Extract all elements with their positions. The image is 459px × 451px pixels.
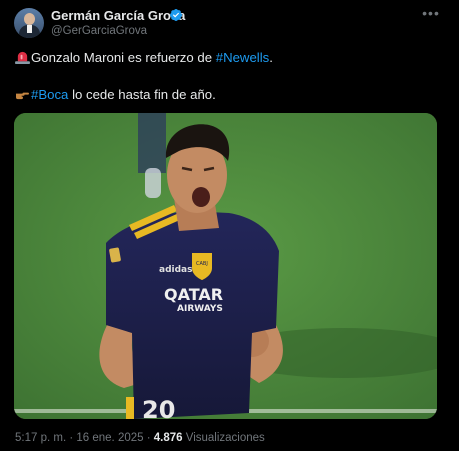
more-options-icon[interactable]: ••• bbox=[422, 6, 440, 24]
club-crest: CABJ bbox=[196, 261, 208, 267]
football-player-photo: 20 CABJ adidas QATAR AIRWAYS bbox=[14, 113, 437, 419]
author-name[interactable]: Germán García Grova bbox=[51, 8, 185, 23]
tweet-photo[interactable]: 20 CABJ adidas QATAR AIRWAYS bbox=[14, 113, 437, 419]
tweet: Germán García Grova @GerGarciaGrova ••• … bbox=[0, 0, 459, 451]
views-label: Visualizaciones bbox=[182, 432, 265, 444]
rotating-light-icon bbox=[15, 51, 30, 64]
jersey-brand: adidas bbox=[159, 265, 192, 275]
views-count: 4.876 bbox=[153, 432, 183, 444]
tweet-text-line-2: #Boca lo cede hasta fin de año. bbox=[15, 87, 216, 102]
pointing-hand-icon bbox=[16, 92, 29, 100]
jersey-sponsor-sub: AIRWAYS bbox=[177, 304, 223, 314]
tweet-date[interactable]: 16 ene. 2025 bbox=[76, 432, 143, 444]
avatar[interactable] bbox=[14, 8, 44, 38]
tweet-text-line-1: Gonzalo Maroni es refuerzo de #Newells. bbox=[15, 50, 273, 65]
tweet-text-2: lo cede hasta fin de año. bbox=[68, 87, 216, 102]
hashtag-newells[interactable]: #Newells bbox=[216, 50, 270, 65]
jersey-sponsor: QATAR bbox=[164, 285, 223, 304]
tweet-text-1-end: . bbox=[269, 50, 273, 65]
author-handle[interactable]: @GerGarciaGrova bbox=[51, 25, 147, 37]
tweet-metadata: 5:17 p. m. · 16 ene. 2025 · 4.876 Visual… bbox=[15, 432, 265, 444]
jersey-number: 20 bbox=[142, 396, 175, 419]
tweet-text-1: Gonzalo Maroni es refuerzo de bbox=[31, 50, 216, 65]
tweet-time[interactable]: 5:17 p. m. bbox=[15, 432, 66, 444]
hashtag-boca[interactable]: #Boca bbox=[31, 87, 68, 102]
verified-badge-icon bbox=[170, 9, 182, 21]
